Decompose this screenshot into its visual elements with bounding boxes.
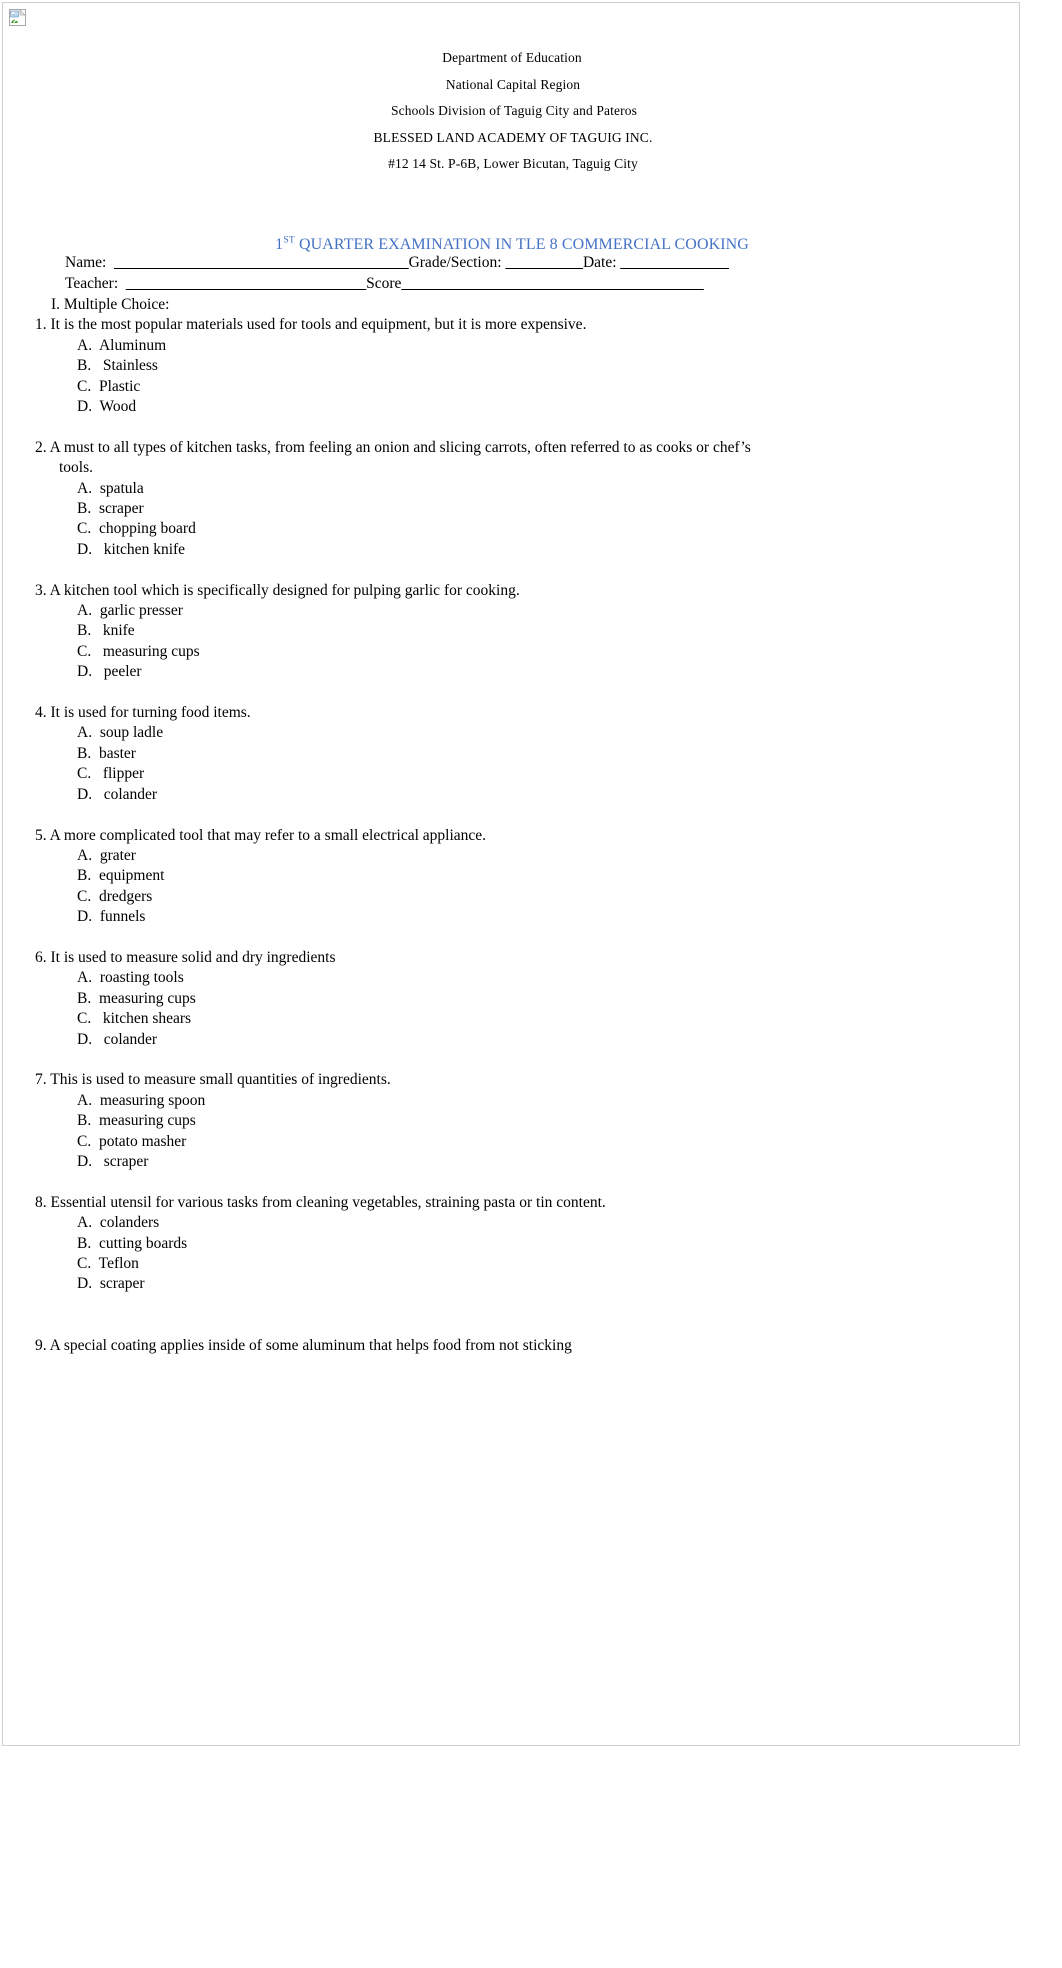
answer-choice[interactable]: B. scraper: [3, 499, 1019, 519]
question-item: 8. Essential utensil for various tasks f…: [3, 1193, 1019, 1295]
answer-choice[interactable]: A. measuring spoon: [3, 1091, 1019, 1111]
answer-choice[interactable]: D. colander: [3, 785, 1019, 805]
answer-choice[interactable]: D. peeler: [3, 662, 1019, 682]
question-spacer: [3, 1050, 1019, 1070]
answer-choice[interactable]: D. colander: [3, 1030, 1019, 1050]
exam-title-rest: QUARTER EXAMINATION IN TLE 8 COMMERCIAL …: [294, 236, 749, 253]
date-blank[interactable]: ______________: [620, 254, 729, 271]
info-line-name: Name: __________________________________…: [3, 253, 1019, 274]
grade-section-blank[interactable]: __________: [505, 254, 583, 271]
question-text: 8. Essential utensil for various tasks f…: [35, 1193, 606, 1211]
score-blank[interactable]: _______________________________________: [401, 275, 703, 292]
question-spacer: [3, 805, 1019, 825]
answer-choice[interactable]: B. knife: [3, 621, 1019, 641]
question-item: 6. It is used to measure solid and dry i…: [3, 948, 1019, 1050]
question-item: 2. A must to all types of kitchen tasks,…: [3, 438, 1019, 560]
answer-choice[interactable]: D. funnels: [3, 907, 1019, 927]
exam-body: I. Multiple Choice: 1. It is the most po…: [3, 295, 1019, 1356]
answer-choice[interactable]: C. chopping board: [3, 519, 1019, 539]
answer-choice[interactable]: C. measuring cups: [3, 642, 1019, 662]
header-line-address: #12 14 St. P-6B, Lower Bicutan, Taguig C…: [388, 156, 638, 171]
answer-choice[interactable]: B. measuring cups: [3, 989, 1019, 1009]
answer-choice[interactable]: C. dredgers: [3, 887, 1019, 907]
answer-choice[interactable]: B. cutting boards: [3, 1234, 1019, 1254]
document-page: Department of Education National Capital…: [2, 2, 1020, 1746]
question-text: 1. It is the most popular materials used…: [35, 316, 587, 334]
answer-choice[interactable]: B. Stainless: [3, 356, 1019, 376]
question-item: 4. It is used for turning food items. A. …: [3, 703, 1019, 805]
answer-choice[interactable]: D. Wood: [3, 397, 1019, 417]
name-blank[interactable]: ______________________________________: [114, 254, 409, 271]
answer-choice[interactable]: B. measuring cups: [3, 1111, 1019, 1131]
answer-choice[interactable]: D. scraper: [3, 1274, 1019, 1294]
answer-choice[interactable]: A. colanders: [3, 1213, 1019, 1233]
answer-choice[interactable]: C. Teflon: [3, 1254, 1019, 1274]
answer-choice[interactable]: B. equipment: [3, 866, 1019, 886]
exam-title: 1ST QUARTER EXAMINATION IN TLE 8 COMMERC…: [3, 234, 1019, 254]
answer-choice[interactable]: A. garlic presser: [3, 601, 1019, 621]
answer-choice[interactable]: A. soup ladle: [3, 723, 1019, 743]
answer-choice[interactable]: D. scraper: [3, 1152, 1019, 1172]
header-line-region: National Capital Region: [445, 76, 581, 92]
answer-choice[interactable]: C. Plastic: [3, 377, 1019, 397]
question-item: 3. A kitchen tool which is specifically …: [3, 581, 1019, 683]
question-item: 7. This is used to measure small quantit…: [3, 1070, 1019, 1172]
student-info-block: Name: __________________________________…: [3, 253, 1019, 295]
question-text: 4. It is used for turning food items.: [35, 704, 251, 722]
answer-choice[interactable]: A. Aluminum: [3, 336, 1019, 356]
question-item: 9. A special coating applies inside of s…: [3, 1336, 1019, 1356]
answer-choice[interactable]: A. spatula: [3, 479, 1019, 499]
question-text: 6. It is used to measure solid and dry i…: [35, 948, 336, 966]
exam-title-ordinal: 1: [275, 236, 284, 253]
header-line-school: BLESSED LAND ACADEMY OF TAGUIG INC.: [373, 129, 653, 145]
teacher-label: Teacher:: [65, 274, 126, 292]
answer-choice[interactable]: B. baster: [3, 744, 1019, 764]
answer-choice[interactable]: C. flipper: [3, 764, 1019, 784]
institution-header: Department of Education National Capital…: [3, 45, 1019, 178]
grade-section-label: Grade/Section:: [408, 254, 506, 271]
section-label-multiple-choice: I. Multiple Choice:: [51, 296, 170, 313]
question-text: 5. A more complicated tool that may refe…: [35, 826, 487, 844]
date-label: Date:: [582, 254, 621, 271]
exam-title-ordinal-suffix: ST: [283, 234, 295, 246]
question-text: 7. This is used to measure small quantit…: [35, 1071, 391, 1089]
name-label: Name:: [65, 254, 115, 271]
answer-choice[interactable]: A. roasting tools: [3, 968, 1019, 988]
question-spacer: [3, 928, 1019, 948]
questions-list: 1. It is the most popular materials used…: [3, 315, 1019, 1356]
question-text: 2. A must to all types of kitchen tasks,…: [35, 438, 751, 456]
answer-choice[interactable]: A. grater: [3, 846, 1019, 866]
question-text: 3. A kitchen tool which is specifically …: [35, 581, 520, 599]
question-item: 1. It is the most popular materials used…: [3, 315, 1019, 417]
question-spacer: [3, 417, 1019, 437]
teacher-blank[interactable]: _______________________________: [126, 275, 366, 292]
answer-choice[interactable]: C. potato masher: [3, 1132, 1019, 1152]
question-text-continued: tools.: [59, 459, 94, 477]
header-line-department: Department of Education: [442, 50, 582, 65]
question-text: 9. A special coating applies inside of s…: [35, 1336, 572, 1354]
question-spacer: [3, 683, 1019, 703]
header-line-division: Schools Division of Taguig City and Pate…: [390, 103, 638, 118]
answer-choice[interactable]: C. kitchen shears: [3, 1009, 1019, 1029]
answer-choice[interactable]: D. kitchen knife: [3, 540, 1019, 560]
info-line-teacher: Teacher: _______________________________…: [3, 274, 1019, 295]
score-label: Score: [366, 274, 402, 292]
question-item: 5. A more complicated tool that may refe…: [3, 826, 1019, 928]
question-spacer: [3, 1295, 1019, 1336]
question-spacer: [3, 1172, 1019, 1192]
broken-image-icon: [9, 9, 26, 26]
question-spacer: [3, 560, 1019, 580]
